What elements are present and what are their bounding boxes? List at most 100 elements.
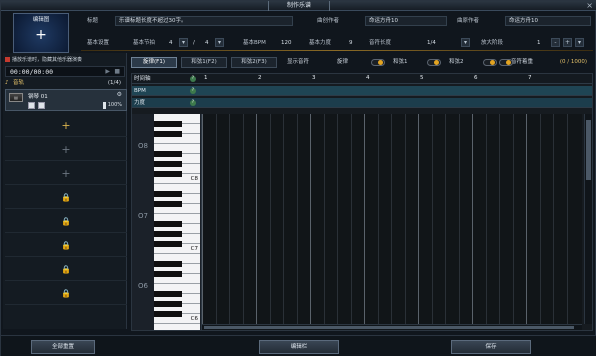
velocity-value[interactable]: 9 [349, 37, 353, 49]
hide-others-option[interactable]: 播放乐谱时，隐藏其他乐器演奏 [5, 56, 125, 64]
beat-line [512, 114, 514, 324]
solo-button[interactable] [38, 102, 45, 109]
bar-number: 6 [474, 75, 478, 81]
black-key[interactable] [154, 191, 182, 197]
bpm-label: 基本BPM [243, 40, 266, 46]
horizontal-scroll-thumb[interactable] [204, 326, 574, 329]
note-length-value[interactable]: 1/4 [427, 37, 436, 49]
zoom-plus-button[interactable]: + [563, 38, 572, 47]
toggle-chord2[interactable] [483, 59, 497, 66]
note-length-label: 音符长度 [369, 40, 392, 46]
lyricist-label: 曲原作者 [457, 18, 480, 24]
black-key[interactable] [154, 121, 182, 127]
black-key[interactable] [154, 311, 182, 317]
locked-slot-icon: 🔒 [5, 235, 127, 257]
zoom-minus-button[interactable]: - [551, 38, 560, 47]
tab-chord1[interactable]: 和弦1(F2) [181, 57, 227, 68]
instrument-name: 钢琴 01 [28, 94, 48, 100]
white-key[interactable] [154, 324, 200, 330]
toggle-chord1-label: 和弦1 [393, 59, 408, 65]
track-item[interactable]: ▤ 钢琴 01 ⚙ 100% [5, 89, 127, 111]
black-key[interactable] [154, 241, 182, 247]
add-track-slot[interactable]: + [5, 163, 127, 185]
hide-others-label: 播放乐谱时，隐藏其他乐器演奏 [12, 57, 83, 63]
play-icon[interactable]: ▶ [105, 68, 110, 75]
save-button[interactable]: 保存 [451, 340, 531, 354]
bpm-value[interactable]: 120 [281, 37, 292, 49]
beat-line [404, 114, 406, 324]
tab-chord2[interactable]: 和弦2(F3) [231, 57, 277, 68]
timeline-row[interactable]: 时间轴 ? 1 2 3 4 5 6 7 [132, 74, 592, 84]
piano-keyboard: O8 O7 O6 C8 C7 C6 [132, 114, 202, 330]
bar-line [202, 114, 203, 324]
toggle-melody[interactable] [371, 59, 385, 66]
horizontal-scrollbar[interactable] [202, 324, 582, 330]
close-icon[interactable]: × [586, 1, 593, 11]
timeline-label: 时间轴 [134, 76, 151, 82]
volume-slider[interactable] [103, 102, 106, 109]
toggle-melody-label: 旋律 [337, 59, 349, 65]
beat-line [445, 114, 446, 324]
edit-bar-button[interactable]: 编辑栏 [259, 340, 339, 354]
locked-slot-icon: 🔒 [5, 211, 127, 233]
checkbox-icon[interactable] [5, 57, 10, 62]
score-header: 标题 乐谱标题长度不超过30字。 曲创作者 命运方舟10 曲原作者 命运方舟10… [81, 15, 593, 55]
add-cover-icon[interactable]: + [14, 27, 68, 43]
time-signature-numerator[interactable]: 4 [169, 37, 173, 49]
window-title: 制作乐谱 [267, 1, 330, 11]
black-key[interactable] [154, 291, 182, 297]
zoom-dropdown-icon[interactable]: ▾ [575, 38, 584, 47]
black-key[interactable] [154, 231, 182, 237]
track-count: (1/4) [107, 80, 121, 86]
denominator-dropdown-icon[interactable]: ▾ [215, 38, 224, 47]
show-notes-label: 显示音符 [287, 59, 310, 65]
bar-number: 4 [366, 75, 370, 81]
black-key[interactable] [154, 161, 182, 167]
numerator-dropdown-icon[interactable]: ▾ [179, 38, 188, 47]
velocity-row[interactable]: 力度 ? [132, 98, 592, 108]
left-panel: 播放乐谱时，隐藏其他乐器演奏 00:00/00:00 ▶ ■ ♪ 音轨 (1/4… [3, 53, 127, 329]
add-track-slot[interactable]: + [5, 115, 127, 137]
add-track-slot[interactable]: + [5, 139, 127, 161]
piano-keys[interactable]: C8 C7 C6 [154, 114, 200, 330]
zoom-value[interactable]: 1 [537, 37, 541, 49]
vertical-scrollbar[interactable] [584, 114, 592, 324]
locked-slot-icon: 🔒 [5, 259, 127, 281]
black-key[interactable] [154, 201, 182, 207]
lyricist-input[interactable]: 命运方舟10 [505, 16, 591, 26]
black-key[interactable] [154, 131, 182, 137]
tab-melody[interactable]: 旋律(F1) [131, 57, 177, 68]
help-icon[interactable]: ? [190, 88, 196, 94]
composer-input[interactable]: 命运方舟10 [365, 16, 447, 26]
black-key[interactable] [154, 301, 182, 307]
playback-time: 00:00/00:00 [10, 68, 54, 76]
help-icon[interactable]: ? [190, 100, 196, 106]
bpm-row[interactable]: BPM ? [132, 86, 592, 96]
time-signature-separator: / [193, 40, 195, 46]
help-icon[interactable]: ? [190, 76, 196, 82]
time-signature-denominator[interactable]: 4 [205, 37, 209, 49]
black-key[interactable] [154, 171, 182, 177]
bar-number: 1 [204, 75, 208, 81]
bar-line [526, 114, 527, 324]
header-row-settings: 基本设置 基本节拍 4 ▾ / 4 ▾ 基本BPM 120 基本力度 9 音符长… [81, 37, 593, 49]
mute-button[interactable] [28, 102, 35, 109]
black-key[interactable] [154, 151, 182, 157]
note-length-dropdown-icon[interactable]: ▾ [461, 38, 470, 47]
black-key[interactable] [154, 271, 182, 277]
cover-image-box[interactable]: 编辑图 + [13, 13, 69, 53]
track-header: ♪ 音轨 (1/4) [5, 79, 127, 88]
title-input[interactable]: 乐谱标题长度不超过30字。 [115, 16, 293, 26]
black-key[interactable] [154, 261, 182, 267]
stop-icon[interactable]: ■ [114, 68, 120, 75]
bottom-bar: 全部重置 编辑栏 保存 [1, 335, 596, 356]
octave-label: O6 [138, 282, 148, 290]
note-canvas[interactable] [202, 114, 582, 324]
gear-icon[interactable]: ⚙ [117, 91, 122, 98]
toggle-chord1[interactable] [427, 59, 441, 66]
toggle-emphasis[interactable] [499, 59, 513, 66]
reset-all-button[interactable]: 全部重置 [31, 340, 95, 354]
octave-label: O8 [138, 142, 148, 150]
vertical-scroll-thumb[interactable] [586, 120, 591, 180]
black-key[interactable] [154, 221, 182, 227]
